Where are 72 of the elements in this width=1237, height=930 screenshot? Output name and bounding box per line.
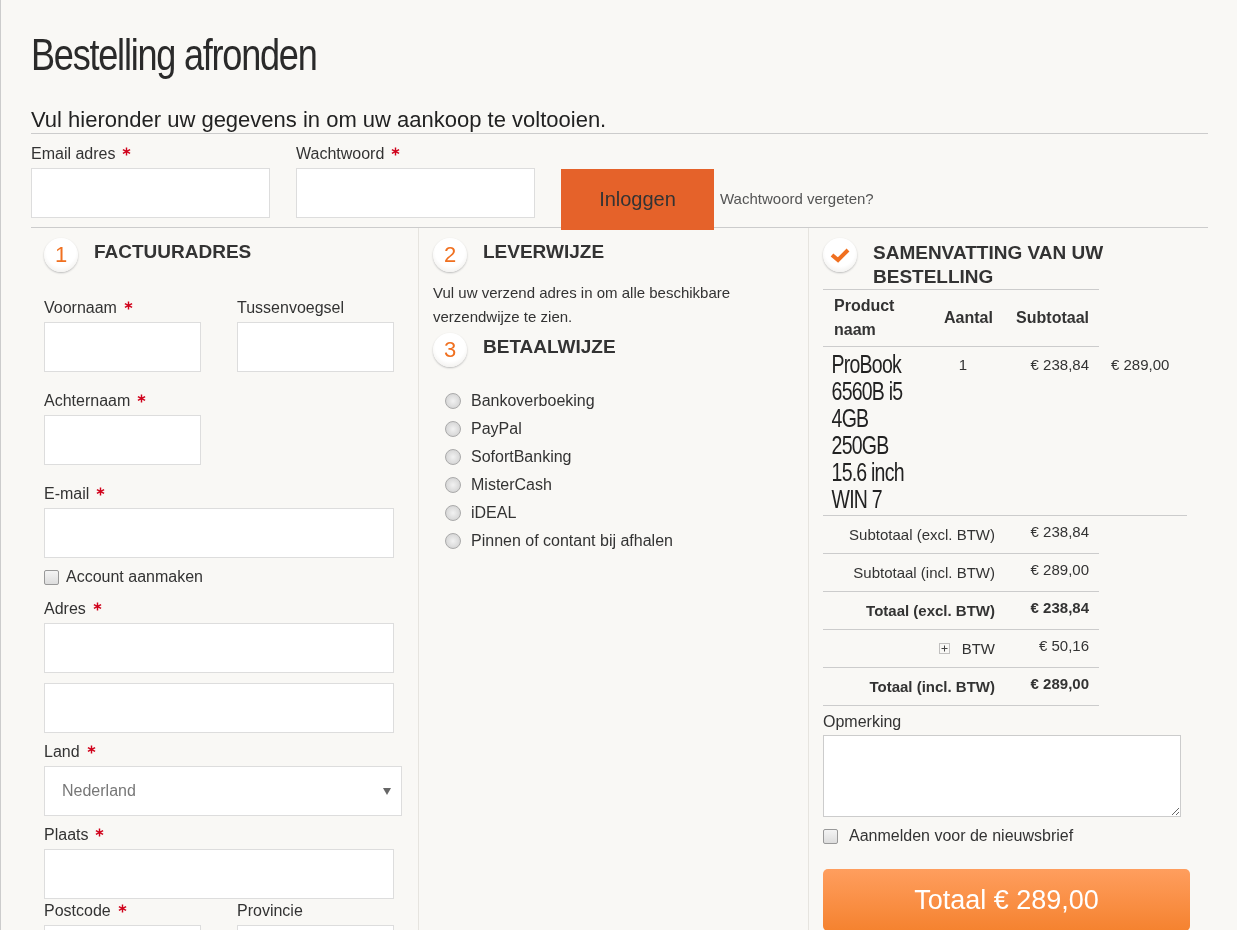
payment-option-label: PayPal bbox=[471, 420, 522, 438]
payment-option-label: Pinnen of contant bij afhalen bbox=[471, 532, 673, 550]
login-button[interactable]: Inloggen bbox=[561, 169, 714, 230]
step-badge: 2 bbox=[433, 238, 467, 272]
text-field[interactable] bbox=[44, 322, 201, 372]
table-cell-text: € 238,84 bbox=[1029, 355, 1090, 375]
field-label: Tussenvoegsel bbox=[237, 298, 345, 318]
checkbox-label: Aanmelden voor de nieuwsbrief bbox=[849, 827, 1074, 845]
text-field[interactable] bbox=[44, 623, 394, 673]
field-label: E-mail bbox=[44, 484, 90, 504]
table-cell-text: 1 bbox=[957, 355, 969, 375]
payment-option-label: MisterCash bbox=[471, 476, 552, 494]
field-label: Voornaam bbox=[44, 298, 117, 318]
total-value: € 238,84 bbox=[1029, 522, 1090, 542]
total-value: € 289,00 bbox=[1029, 560, 1090, 580]
remark-field[interactable] bbox=[823, 735, 1181, 817]
caret-icon bbox=[383, 787, 391, 795]
total-label: Totaal (incl. BTW) bbox=[869, 677, 995, 697]
payment-option-label: iDEAL bbox=[471, 504, 517, 522]
field-label: Email adres bbox=[31, 144, 116, 164]
checkbox-label: Account aanmaken bbox=[66, 568, 203, 586]
radio-button[interactable] bbox=[445, 477, 461, 493]
radio-button[interactable] bbox=[445, 505, 461, 521]
section-heading: FACTUURADRES bbox=[94, 241, 252, 263]
column-header: Aantal bbox=[943, 308, 994, 328]
country-select[interactable]: Nederland bbox=[44, 766, 402, 816]
total-label: Subtotaal (excl. BTW) bbox=[849, 525, 995, 545]
field-label: Plaats bbox=[44, 825, 89, 845]
radio-button[interactable] bbox=[445, 449, 461, 465]
total-label: BTW bbox=[961, 639, 995, 659]
total-value: € 289,00 bbox=[1029, 674, 1090, 694]
step-badge: 3 bbox=[433, 333, 467, 367]
section-heading: BETAALWIJZE bbox=[483, 336, 616, 358]
field-label: Postcode bbox=[44, 901, 111, 921]
product-name: ProBook 6560B i5 4GB 250GB 15.6 inch WIN 7 bbox=[830, 351, 905, 513]
payment-option-label: Bankoverboeking bbox=[471, 392, 595, 410]
delivery-note: Vul uw verzend adres in om alle beschikbare verzendwijze te zien. bbox=[433, 283, 732, 327]
select-value: Nederland bbox=[62, 782, 136, 800]
checkbox[interactable] bbox=[823, 828, 838, 844]
step-badge: 1 bbox=[44, 238, 78, 272]
text-field[interactable] bbox=[44, 683, 394, 733]
text-field[interactable] bbox=[44, 508, 394, 558]
password-field[interactable] bbox=[296, 168, 535, 218]
radio-button[interactable] bbox=[445, 421, 461, 437]
radio-button[interactable] bbox=[445, 533, 461, 549]
field-label: Wachtwoord bbox=[296, 144, 385, 164]
total-value: € 238,84 bbox=[1029, 598, 1090, 618]
text-field[interactable] bbox=[44, 849, 394, 899]
email-field[interactable] bbox=[31, 168, 270, 218]
total-value: € 50,16 bbox=[1037, 636, 1090, 656]
field-label: Opmerking bbox=[823, 712, 903, 732]
text-field[interactable] bbox=[44, 415, 201, 465]
column-header: Product naam bbox=[833, 296, 896, 340]
total-label: Totaal (excl. BTW) bbox=[866, 601, 995, 621]
radio-button[interactable] bbox=[445, 393, 461, 409]
checkbox[interactable] bbox=[44, 569, 59, 585]
field-label: Provincie bbox=[237, 901, 303, 921]
page-title: Bestelling afronden bbox=[31, 29, 318, 81]
table-cell-text: € 289,00 bbox=[1110, 355, 1171, 375]
page-subtitle: Vul hieronder uw gegevens in om uw aankoop te voltooien. bbox=[31, 107, 1208, 134]
field-label: Adres bbox=[44, 599, 86, 619]
payment-option-label: SofortBanking bbox=[471, 448, 572, 466]
text-field[interactable] bbox=[237, 322, 394, 372]
section-heading: SAMENVATTING VAN UW BESTELLING bbox=[873, 241, 1105, 289]
field-label: Land bbox=[44, 742, 80, 762]
field-label: Achternaam bbox=[44, 391, 131, 411]
column-header: Subtotaal bbox=[1015, 308, 1090, 328]
check-icon bbox=[823, 238, 857, 272]
forgot-password-link[interactable]: Wachtwoord vergeten? bbox=[720, 190, 874, 207]
section-heading: LEVERWIJZE bbox=[483, 241, 605, 263]
total-label: Subtotaal (incl. BTW) bbox=[853, 563, 995, 583]
expand-icon[interactable] bbox=[938, 643, 950, 654]
